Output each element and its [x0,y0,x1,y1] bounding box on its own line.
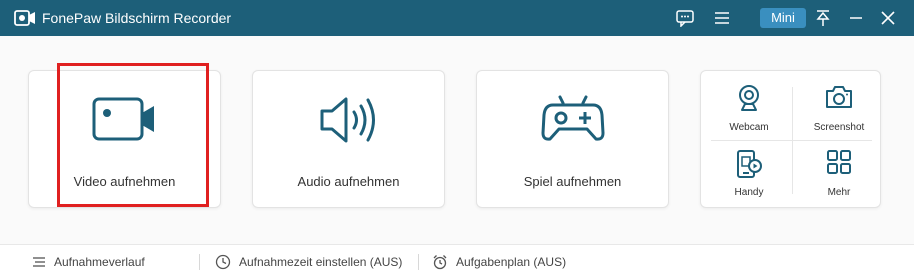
phone-label: Handy [734,187,764,198]
tools-card: Webcam Screenshot Handy Mehr [700,70,881,208]
video-record-card[interactable]: Video aufnehmen [28,70,221,208]
title-bar: FonePaw Bildschirm Recorder Mini [0,0,914,36]
record-timer-label: Aufnahmezeit einstellen (AUS) [239,255,403,269]
app-logo-icon [14,10,36,26]
task-schedule-button[interactable]: Aufgabenplan (AUS) [432,253,566,271]
pin-icon[interactable] [812,8,834,28]
more-label: Mehr [827,187,851,198]
task-schedule-label: Aufgabenplan (AUS) [456,255,567,269]
more-tool[interactable]: Mehr [794,141,884,201]
webcam-tool[interactable]: Webcam [704,76,794,136]
gamepad-icon [541,95,605,148]
history-button[interactable]: Aufnahmeverlauf [32,253,145,271]
main-panel: Video aufnehmen Audio aufnehmen Spiel au… [0,36,914,244]
audio-record-card[interactable]: Audio aufnehmen [252,70,445,208]
alarm-clock-icon [433,255,447,270]
history-label: Aufnahmeverlauf [54,255,145,269]
grid-icon [826,149,852,180]
minimize-icon[interactable] [845,8,867,28]
status-divider [199,254,200,270]
clock-icon [215,254,231,270]
webcam-icon [737,84,761,117]
video-record-label: Video aufnehmen [73,174,176,189]
phone-tool[interactable]: Handy [704,141,794,201]
speaker-icon [318,95,380,150]
status-bar: Aufnahmeverlauf Aufnahmezeit einstellen … [0,244,914,278]
camera-icon [825,84,853,115]
status-divider [418,254,419,270]
webcam-label: Webcam [729,122,769,133]
game-record-label: Spiel aufnehmen [523,174,622,189]
mini-mode-button[interactable]: Mini [760,8,806,28]
app-title: FonePaw Bildschirm Recorder [42,10,232,26]
screenshot-label: Screenshot [813,122,865,133]
game-record-card[interactable]: Spiel aufnehmen [476,70,669,208]
menu-icon[interactable] [711,8,733,28]
list-icon [33,257,45,267]
record-timer-button[interactable]: Aufnahmezeit einstellen (AUS) [215,253,402,271]
screenshot-tool[interactable]: Screenshot [794,76,884,136]
feedback-icon[interactable] [674,8,696,28]
phone-icon [735,149,763,184]
close-icon[interactable] [877,8,899,28]
audio-record-label: Audio aufnehmen [297,174,400,189]
video-camera-icon [92,95,158,148]
